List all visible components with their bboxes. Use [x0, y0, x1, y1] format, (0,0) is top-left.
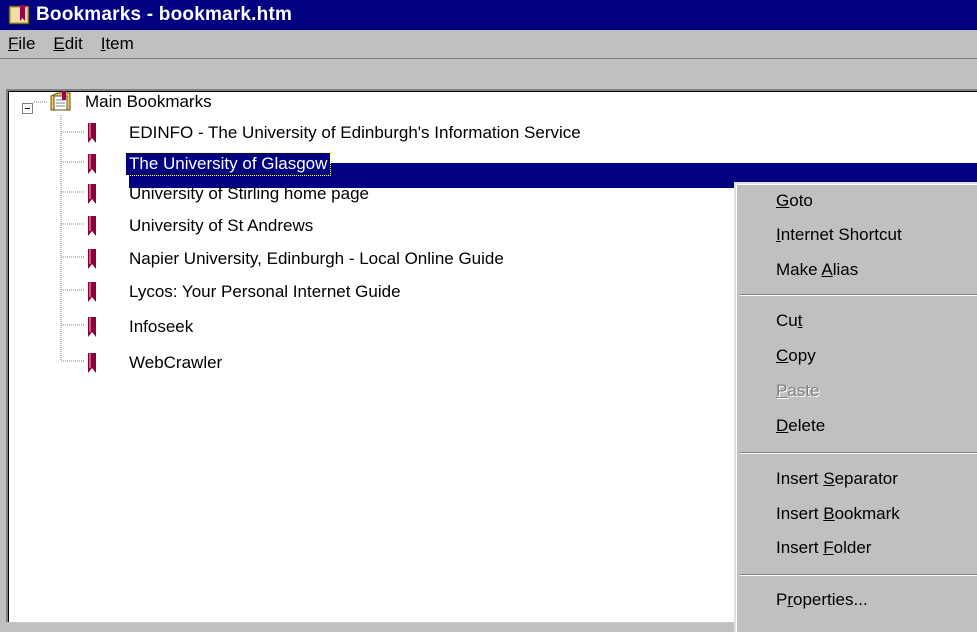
tree-item-label: Infoseek [129, 317, 194, 336]
menu-text: nternet Shortcut [780, 225, 902, 244]
tree-item[interactable]: Napier University, Edinburgh - Local Onl… [86, 246, 507, 272]
menu-text: lias [832, 260, 859, 279]
accel-char: t [797, 311, 803, 330]
menu-cut[interactable]: Cut [776, 311, 802, 331]
bookmark-icon [88, 154, 96, 174]
menu-text: eparator [834, 469, 898, 488]
tree-item-label: EDINFO - The University of Edinburgh's I… [129, 123, 581, 142]
tree-root-main-bookmarks[interactable]: Main Bookmarks [48, 89, 215, 115]
menu-make-alias[interactable]: Make Alias [776, 260, 858, 280]
menu-separator [740, 574, 977, 576]
tree-item-label: Lycos: Your Personal Internet Guide [129, 282, 401, 301]
menu-item[interactable]: Item [99, 32, 136, 56]
menu-text: Insert [776, 538, 824, 557]
tree-item[interactable]: University of Stirling home page [86, 181, 372, 207]
menu-item-rest: tem [105, 34, 134, 53]
bookmark-book-icon [8, 5, 30, 25]
menu-insert-separator[interactable]: Insert Separator [776, 469, 898, 489]
tree-item[interactable]: EDINFO - The University of Edinburgh's I… [86, 120, 584, 146]
menu-copy[interactable]: Copy [776, 346, 816, 366]
menu-delete[interactable]: Delete [776, 416, 825, 436]
window-title: Bookmarks - bookmark.htm [36, 4, 293, 25]
menu-separator [740, 452, 977, 454]
bookmark-icon [88, 216, 96, 236]
bookmark-icon [88, 317, 96, 337]
menu-file-accel: F [8, 34, 19, 53]
bookmark-icon [88, 123, 96, 143]
menu-file[interactable]: File [6, 32, 37, 56]
accel-char: A [821, 260, 833, 279]
tree-item[interactable]: University of St Andrews [86, 213, 316, 239]
menu-text: P [776, 590, 788, 609]
bookmark-icon [88, 184, 96, 204]
bookmarks-window: Bookmarks - bookmark.htm File Edit Item [0, 0, 977, 632]
tree-item[interactable]: WebCrawler [86, 350, 225, 376]
menu-paste[interactable]: Paste [776, 381, 819, 401]
tree-item-label: University of Stirling home page [129, 184, 370, 203]
menu-text: Insert [776, 469, 824, 488]
accel-char: C [776, 346, 789, 365]
menu-edit-rest: dit [64, 34, 83, 53]
tree-item-label: University of St Andrews [129, 216, 314, 235]
bookmark-icon [88, 353, 96, 373]
collapse-toggle-icon[interactable] [22, 103, 33, 114]
accel-char: D [776, 416, 789, 435]
menu-insert-folder[interactable]: Insert Folder [776, 538, 871, 558]
bookmark-icon [88, 249, 96, 269]
menu-bar: File Edit Item [0, 30, 977, 59]
menu-properties[interactable]: Properties... [776, 590, 868, 610]
folder-bookmarks-icon [50, 91, 71, 111]
tree-item-label: Napier University, Edinburgh - Local Onl… [129, 249, 504, 268]
menu-internet-shortcut[interactable]: Internet Shortcut [776, 225, 902, 245]
menu-text: ookmark [834, 504, 900, 523]
tree-item[interactable]: Lycos: Your Personal Internet Guide [86, 279, 404, 305]
menu-text: Make [776, 260, 822, 279]
menu-goto[interactable]: Goto [776, 191, 813, 211]
accel-char: G [776, 191, 790, 210]
menu-text: elete [788, 416, 826, 435]
tree-item[interactable]: Infoseek [86, 314, 196, 340]
menu-separator [740, 294, 977, 296]
menu-text: Cu [776, 311, 798, 330]
context-menu: Goto Internet Shortcut Make Alias Cut Co… [734, 182, 977, 632]
accel-char: B [823, 504, 835, 523]
menu-text: operties... [793, 590, 868, 609]
menu-edit-accel: E [53, 34, 65, 53]
menu-text: opy [788, 346, 816, 365]
accel-char: S [823, 469, 835, 488]
menu-insert-bookmark[interactable]: Insert Bookmark [776, 504, 900, 524]
menu-text: older [833, 538, 872, 557]
tree-root-label: Main Bookmarks [85, 92, 212, 111]
tree-connector-lines [26, 101, 84, 362]
accel-char: F [823, 538, 834, 557]
tree-item-selected[interactable]: The University of Glasgow [86, 151, 332, 177]
bookmark-icon [88, 282, 96, 302]
menu-file-rest: ile [18, 34, 36, 53]
accel-char: P [776, 381, 788, 400]
menu-text: oto [789, 191, 813, 210]
tree-item-label: WebCrawler [129, 353, 223, 372]
menu-edit[interactable]: Edit [51, 32, 84, 56]
tree-item-label: The University of Glasgow [124, 152, 332, 176]
title-bar[interactable]: Bookmarks - bookmark.htm [0, 0, 977, 30]
menu-text: Insert [776, 504, 824, 523]
menu-text: aste [787, 381, 820, 400]
